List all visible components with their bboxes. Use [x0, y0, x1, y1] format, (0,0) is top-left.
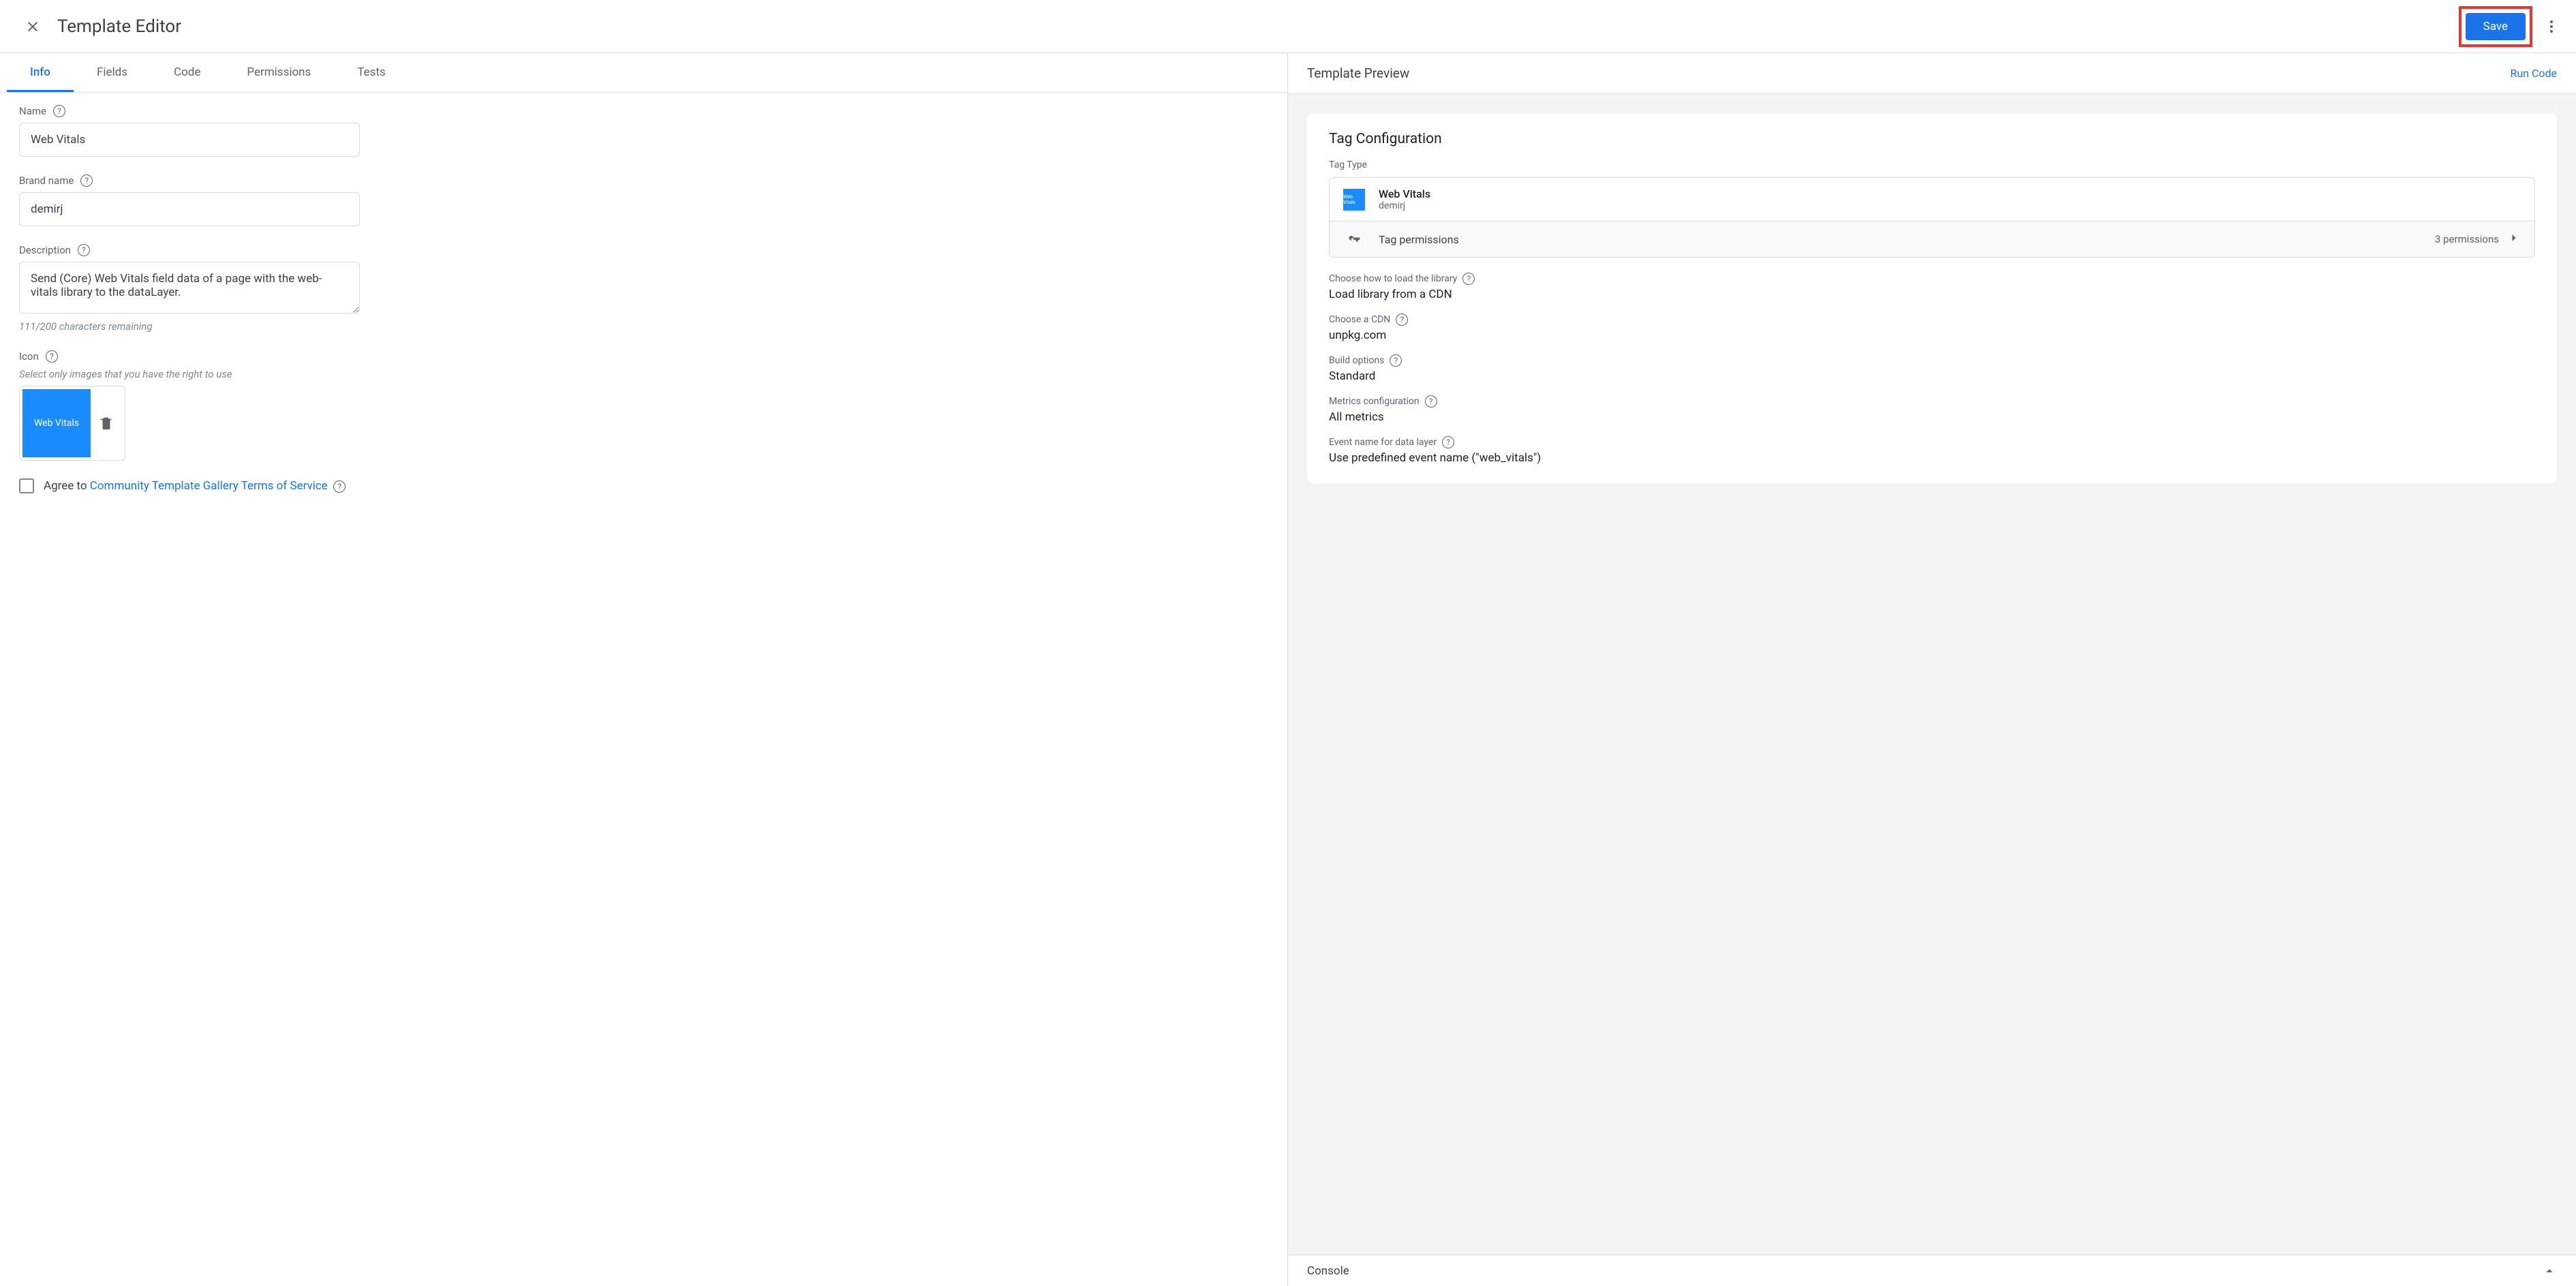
help-icon[interactable]: ?: [1442, 436, 1454, 448]
help-icon[interactable]: ?: [1396, 313, 1408, 326]
tagtype-label: Tag Type: [1307, 159, 2557, 177]
config-item: Choose a CDN? unpkg.com: [1329, 313, 2535, 342]
preview-body[interactable]: Tag Configuration Tag Type Web Vitals We…: [1288, 94, 2576, 1255]
config-label: Metrics configuration: [1329, 396, 1420, 407]
editor-tabs: Info Fields Code Permissions Tests: [0, 53, 1287, 93]
description-input[interactable]: Send (Core) Web Vitals field data of a p…: [19, 262, 360, 313]
config-value: Load library from a CDN: [1329, 288, 2535, 301]
tab-code[interactable]: Code: [151, 53, 224, 92]
tab-fields[interactable]: Fields: [74, 53, 151, 92]
tag-type-row[interactable]: Web Vitals Web Vitals demirj: [1330, 178, 2534, 221]
help-icon[interactable]: ?: [1425, 395, 1437, 408]
config-label: Build options: [1329, 355, 1384, 366]
icon-note: Select only images that you have the rig…: [19, 368, 1268, 380]
help-icon[interactable]: ?: [46, 350, 58, 363]
agree-checkbox[interactable]: [19, 478, 34, 493]
config-value: unpkg.com: [1329, 328, 2535, 342]
config-item: Build options? Standard: [1329, 354, 2535, 383]
more-menu-button[interactable]: [2538, 13, 2565, 40]
key-icon: [1347, 232, 1361, 246]
help-icon[interactable]: ?: [333, 480, 346, 493]
agree-text: Agree to Community Template Gallery Term…: [44, 479, 346, 493]
agree-prefix: Agree to: [44, 479, 90, 493]
preview-header: Template Preview Run Code: [1288, 53, 2576, 94]
help-icon[interactable]: ?: [1390, 354, 1402, 367]
tos-link[interactable]: Community Template Gallery Terms of Serv…: [90, 479, 328, 493]
chevron-up-icon: [2542, 1264, 2557, 1279]
console-toggle[interactable]: Console: [1288, 1255, 2576, 1286]
info-form[interactable]: Name ? Brand name ? Description ? Send (…: [0, 93, 1287, 1286]
console-title: Console: [1307, 1264, 1349, 1278]
chevron-right-icon: [2507, 231, 2521, 245]
config-value: Standard: [1329, 369, 2535, 383]
description-label: Description: [19, 244, 71, 256]
save-highlight: Save: [2459, 6, 2532, 47]
run-code-button[interactable]: Run Code: [2510, 67, 2557, 80]
perm-label: Tag permissions: [1379, 233, 2435, 246]
help-icon[interactable]: ?: [53, 105, 65, 117]
brand-input[interactable]: [19, 192, 360, 226]
save-button[interactable]: Save: [2466, 13, 2526, 40]
brand-label: Brand name: [19, 174, 74, 187]
icon-card: Web Vitals: [19, 386, 125, 461]
right-pane: Template Preview Run Code Tag Configurat…: [1288, 53, 2576, 1286]
preview-title: Template Preview: [1307, 65, 1409, 81]
close-icon: [25, 18, 41, 35]
config-label: Choose how to load the library: [1329, 273, 1457, 284]
delete-icon-button[interactable]: [91, 416, 122, 431]
description-counter: 111/200 characters remaining: [19, 320, 1268, 333]
config-item: Metrics configuration? All metrics: [1329, 395, 2535, 424]
tag-config-card: Tag Configuration Tag Type Web Vitals We…: [1307, 113, 2557, 484]
tag-type-name: Web Vitals: [1379, 187, 1430, 200]
help-icon[interactable]: ?: [80, 174, 93, 187]
page-title: Template Editor: [57, 16, 2459, 37]
config-value: All metrics: [1329, 410, 2535, 424]
tab-tests[interactable]: Tests: [334, 53, 408, 92]
icon-thumbnail[interactable]: Web Vitals: [22, 389, 91, 457]
tag-type-icon: Web Vitals: [1343, 189, 1365, 211]
help-icon[interactable]: ?: [1462, 273, 1475, 285]
tab-info[interactable]: Info: [7, 53, 74, 92]
editor-header: Template Editor Save: [0, 0, 2576, 53]
icon-label: Icon: [19, 350, 39, 363]
trash-icon: [99, 416, 114, 431]
config-value: Use predefined event name ("web_vitals"): [1329, 451, 2535, 465]
tab-permissions[interactable]: Permissions: [224, 53, 334, 92]
card-title: Tag Configuration: [1307, 131, 2557, 159]
config-item: Event name for data layer? Use predefine…: [1329, 436, 2535, 465]
perm-count: 3 permissions: [2435, 233, 2499, 245]
name-input[interactable]: [19, 123, 360, 157]
tag-type-box: Web Vitals Web Vitals demirj Tag permiss…: [1329, 177, 2535, 258]
tag-type-sub: demirj: [1379, 200, 1430, 211]
config-item: Choose how to load the library? Load lib…: [1329, 273, 2535, 301]
help-icon[interactable]: ?: [78, 244, 90, 256]
more-vert-icon: [2543, 18, 2560, 35]
config-list: Choose how to load the library? Load lib…: [1307, 258, 2557, 465]
name-label: Name: [19, 105, 46, 117]
close-button[interactable]: [19, 13, 46, 40]
left-pane: Info Fields Code Permissions Tests Name …: [0, 53, 1288, 1286]
config-label: Choose a CDN: [1329, 314, 1390, 325]
config-label: Event name for data layer: [1329, 437, 1437, 448]
tag-permissions-row[interactable]: Tag permissions 3 permissions: [1330, 221, 2534, 257]
